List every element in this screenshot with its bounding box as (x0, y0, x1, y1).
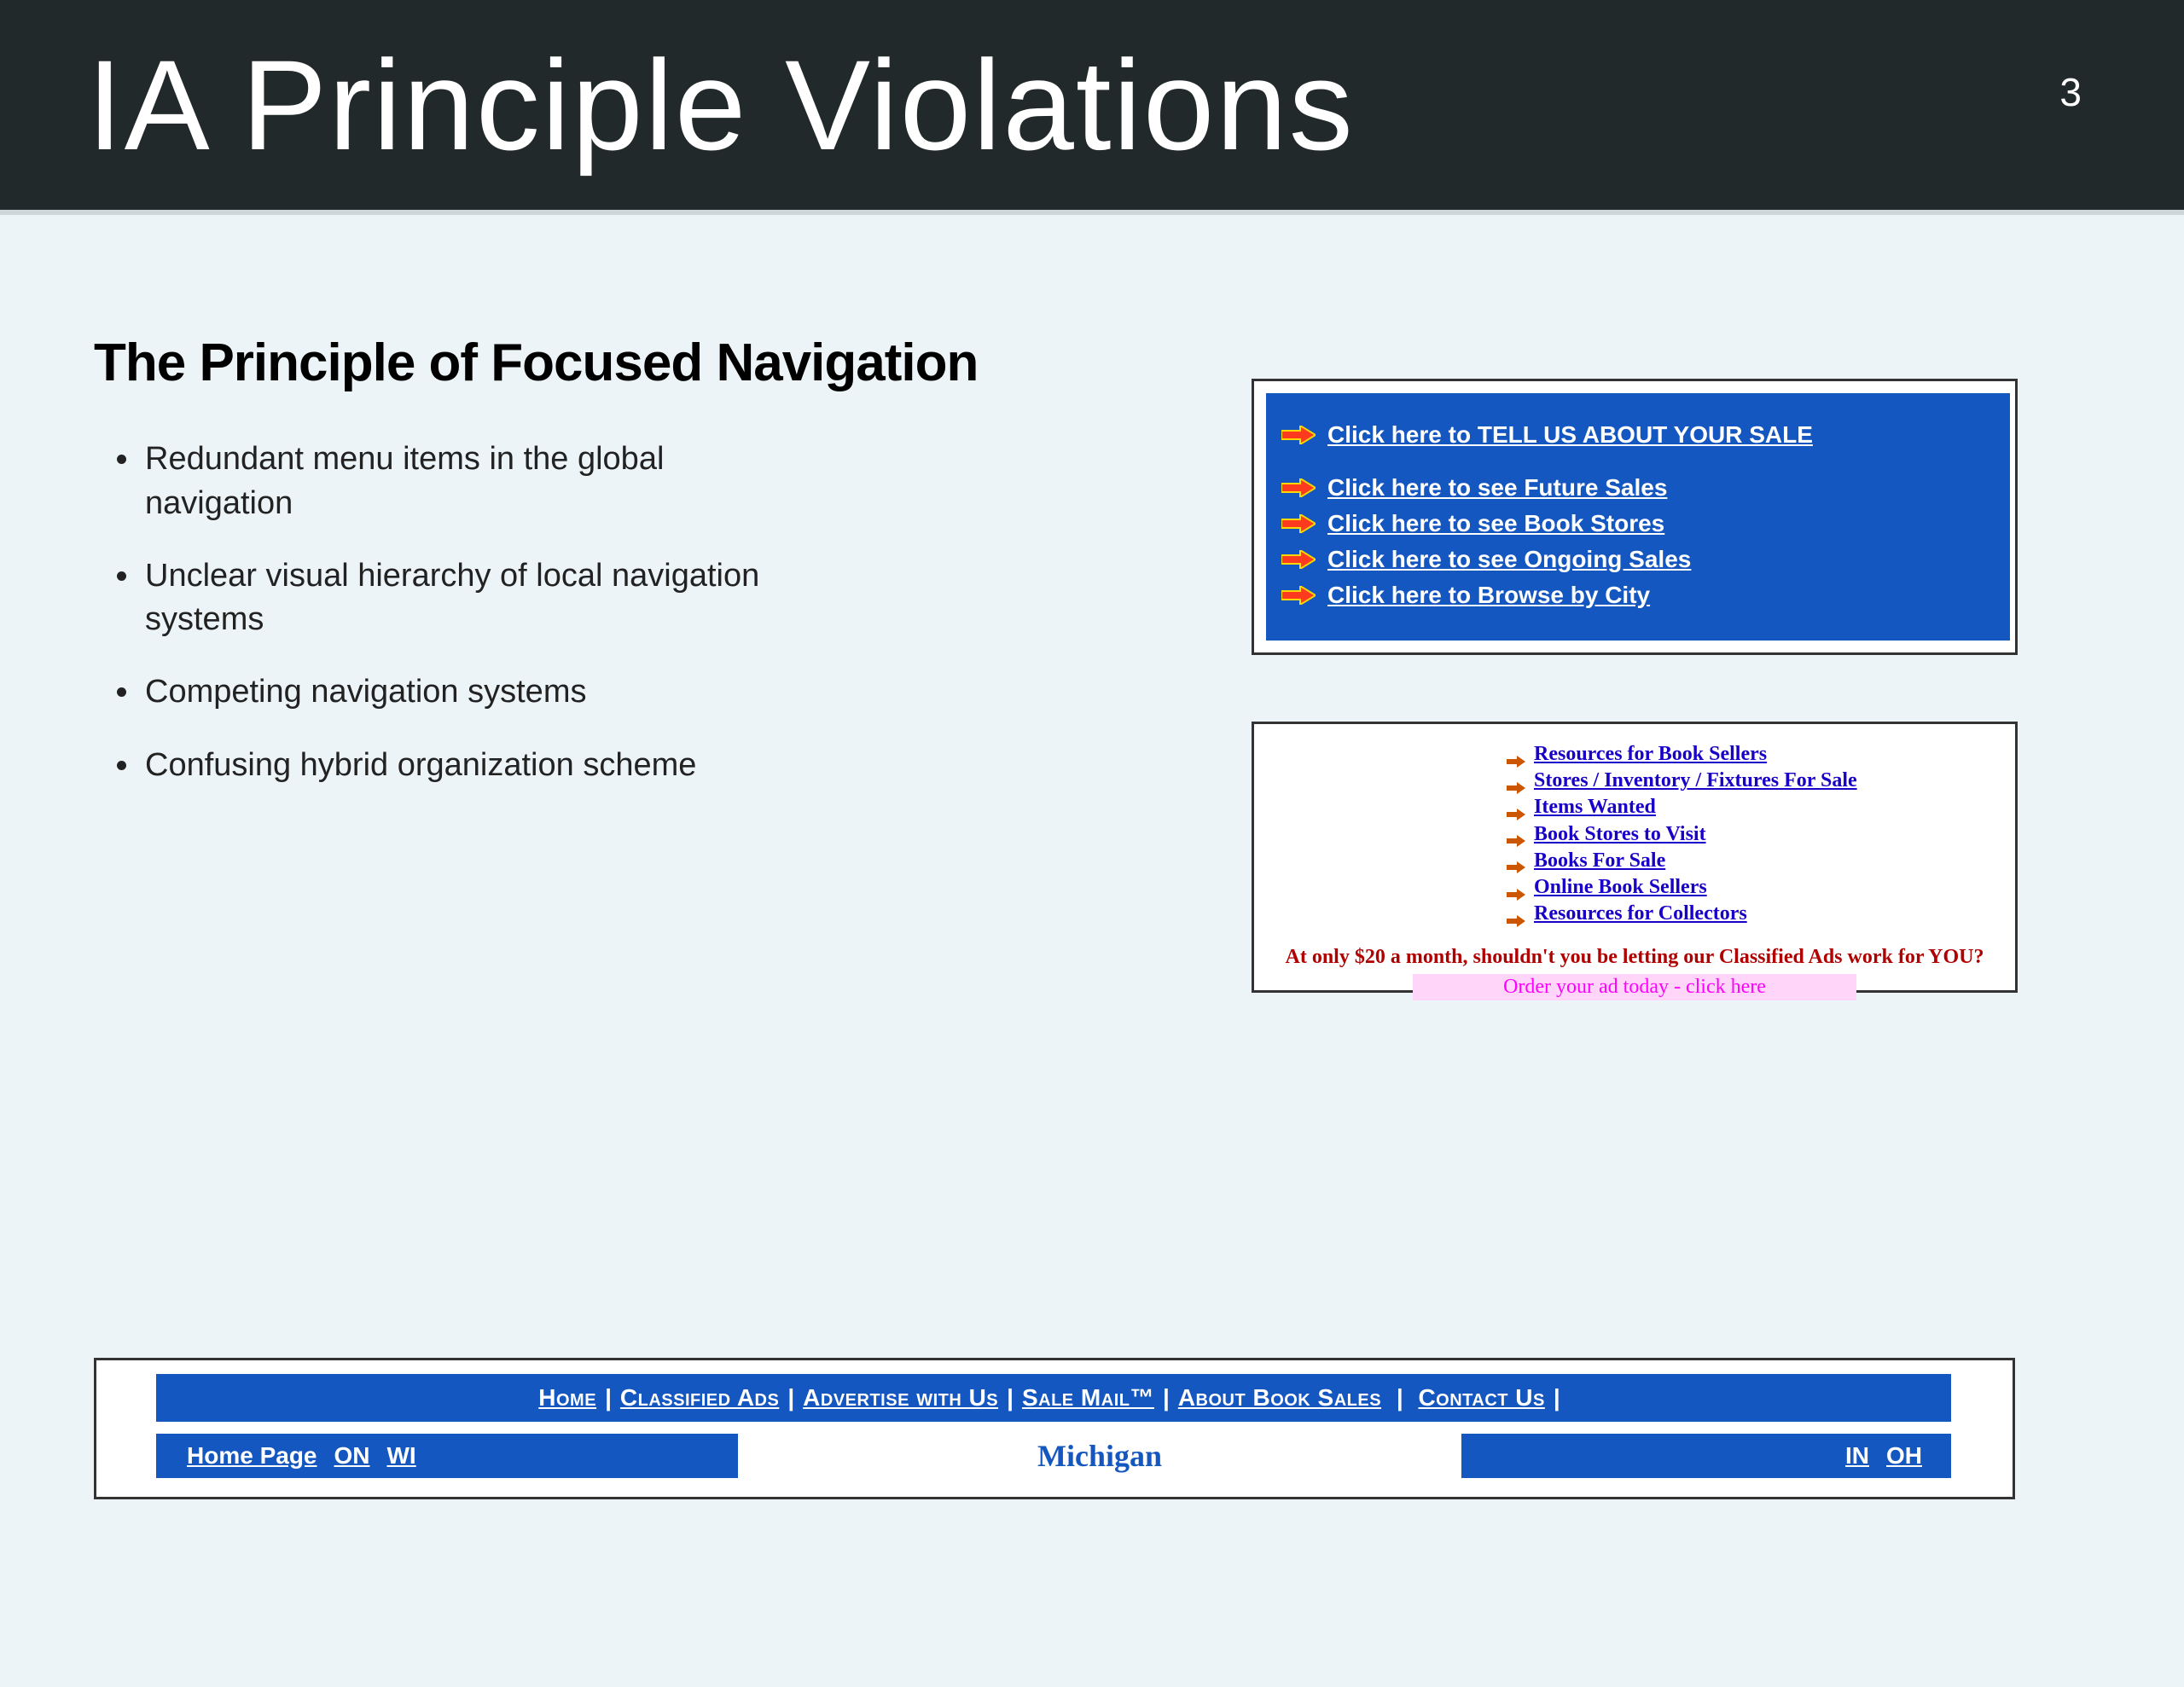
arrow-right-icon (1507, 802, 1525, 814)
nav-classified[interactable]: Classified Ads (620, 1384, 779, 1412)
arrow-right-icon (1281, 514, 1316, 533)
arrow-right-icon (1507, 855, 1525, 867)
example-screenshot-3: Home| Classified Ads| Advertise with Us|… (94, 1358, 2015, 1499)
page-number: 3 (2059, 69, 2082, 115)
bullet-item: Competing navigation systems (142, 670, 790, 743)
current-state-label: Michigan (738, 1434, 1461, 1478)
example-screenshot-1: Click here to TELL US ABOUT YOUR SALE Cl… (1252, 379, 2018, 655)
online-sellers-link[interactable]: Online Book Sellers (1534, 874, 1707, 901)
section-title: The Principle of Focused Navigation (94, 333, 1015, 393)
books-for-sale-link[interactable]: Books For Sale (1534, 848, 1665, 874)
classified-block: Resources for Book Sellers Stores / Inve… (1254, 724, 2015, 1000)
resources-collectors-link[interactable]: Resources for Collectors (1534, 901, 1747, 927)
classified-tagline: At only $20 a month, shouldn't you be le… (1254, 946, 2015, 969)
arrow-right-icon (1281, 426, 1316, 444)
nav-advertise[interactable]: Advertise with Us (803, 1384, 998, 1412)
arrow-right-icon (1507, 882, 1525, 894)
items-wanted-link[interactable]: Items Wanted (1534, 794, 1656, 820)
state-link-oh[interactable]: OH (1886, 1442, 1922, 1470)
nav-home-page[interactable]: Home Page (187, 1442, 317, 1470)
arrow-right-icon (1281, 478, 1316, 497)
nav-home[interactable]: Home (538, 1384, 596, 1412)
resources-sellers-link[interactable]: Resources for Book Sellers (1534, 741, 1767, 768)
content-column: The Principle of Focused Navigation Redu… (94, 333, 1015, 816)
bullet-item: Redundant menu items in the global navig… (142, 438, 790, 554)
slide-title: IA Principle Violations (87, 32, 1355, 179)
arrow-right-icon (1281, 550, 1316, 569)
nav-contact[interactable]: Contact Us (1418, 1384, 1544, 1412)
state-link-on[interactable]: ON (334, 1442, 370, 1470)
global-nav-top: Home| Classified Ads| Advertise with Us|… (156, 1374, 1951, 1422)
ongoing-sales-link[interactable]: Click here to see Ongoing Sales (1327, 542, 1691, 577)
order-ad-link[interactable]: Order your ad today - click here (1413, 974, 1856, 1000)
state-link-wi[interactable]: WI (387, 1442, 416, 1470)
book-stores-visit-link[interactable]: Book Stores to Visit (1534, 821, 1706, 848)
stores-inventory-link[interactable]: Stores / Inventory / Fixtures For Sale (1534, 768, 1857, 794)
bullet-item: Unclear visual hierarchy of local naviga… (142, 554, 790, 671)
arrow-right-icon (1507, 775, 1525, 787)
arrow-right-icon (1507, 828, 1525, 840)
nav-salemail[interactable]: Sale Mail™ (1022, 1384, 1154, 1412)
book-stores-link[interactable]: Click here to see Book Stores (1327, 506, 1664, 542)
arrow-right-icon (1281, 586, 1316, 605)
tell-us-link[interactable]: Click here to TELL US ABOUT YOUR SALE (1327, 417, 1813, 453)
state-link-in[interactable]: IN (1845, 1442, 1869, 1470)
arrow-right-icon (1507, 908, 1525, 920)
slide-header: IA Principle Violations 3 (0, 0, 2184, 215)
arrow-right-icon (1507, 749, 1525, 761)
example-screenshot-2: Resources for Book Sellers Stores / Inve… (1252, 722, 2018, 993)
bullet-item: Confusing hybrid organization scheme (142, 744, 790, 816)
nav-about[interactable]: About Book Sales (1178, 1384, 1381, 1412)
future-sales-link[interactable]: Click here to see Future Sales (1327, 470, 1667, 506)
bullet-list: Redundant menu items in the global navig… (94, 438, 1015, 816)
browse-city-link[interactable]: Click here to Browse by City (1327, 577, 1650, 613)
blue-nav-block: Click here to TELL US ABOUT YOUR SALE Cl… (1266, 393, 2010, 641)
global-nav-bottom: Home Page ON WI Michigan IN OH (156, 1434, 1951, 1478)
